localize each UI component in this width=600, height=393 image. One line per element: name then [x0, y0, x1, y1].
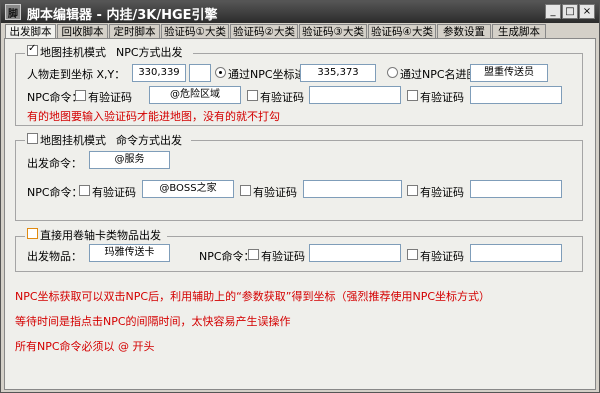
- verify-checkbox-2a[interactable]: [79, 185, 90, 196]
- minimize-button[interactable]: _: [545, 4, 561, 19]
- map-mode-checkbox-1[interactable]: [27, 43, 38, 56]
- close-button[interactable]: ×: [579, 4, 595, 19]
- npc-cmd-input-3[interactable]: [470, 86, 562, 104]
- scroll-label: 直接用卷轴卡类物品出发: [40, 229, 161, 242]
- scroll-checkbox[interactable]: [27, 228, 38, 239]
- depart-cmd-label: 出发命令：: [27, 157, 82, 170]
- item-label: 出发物品：: [27, 250, 82, 263]
- depart-cmd-input[interactable]: @服务: [89, 151, 170, 169]
- verify-checkbox-2b[interactable]: [240, 185, 251, 196]
- tab-depart-script[interactable]: 出发脚本: [5, 24, 56, 39]
- window-title: 脚本编辑器 - 内挂/3K/HGE引擎: [27, 8, 218, 23]
- npc-coord-input[interactable]: 335,373: [300, 64, 376, 82]
- verify-checkbox-3b[interactable]: [407, 249, 418, 260]
- tab-captcha-1[interactable]: 验证码①大类: [161, 24, 229, 39]
- npc-cmd-input-5[interactable]: [303, 180, 402, 198]
- verify-checkbox-2c[interactable]: [407, 185, 418, 196]
- verify-label-3a: 有验证码: [261, 250, 305, 263]
- tab-panel: 地图挂机模式 NPC方式出发 人物走到坐标 X,Y： 330,339 通过NPC…: [4, 38, 596, 390]
- verify-checkbox-1c[interactable]: [407, 90, 418, 101]
- verify-label-3b: 有验证码: [420, 250, 464, 263]
- npc-cmd-input-8[interactable]: [470, 244, 562, 262]
- npc-cmd-input-4[interactable]: @BOSS之家: [142, 180, 234, 198]
- captcha-note: 有的地图要输入验证码才能进地图，没有的就不打勾: [27, 110, 280, 123]
- radio-npc-coord[interactable]: [215, 67, 226, 78]
- map-mode-checkbox-2[interactable]: [27, 133, 38, 144]
- coord-input-extra[interactable]: [189, 64, 211, 82]
- tab-generate-script[interactable]: 生成脚本: [492, 24, 546, 39]
- tab-captcha-3[interactable]: 验证码③大类: [299, 24, 367, 39]
- coord-input[interactable]: 330,339: [132, 64, 186, 82]
- tab-captcha-4[interactable]: 验证码④大类: [368, 24, 436, 39]
- npc-cmd-label-3: NPC命令：: [199, 250, 255, 263]
- tab-captcha-2[interactable]: 验证码②大类: [230, 24, 298, 39]
- map-mode-label-1: 地图挂机模式: [40, 46, 106, 59]
- radio-npc-name[interactable]: [387, 67, 398, 78]
- npc-cmd-input-1[interactable]: @危险区域: [149, 86, 241, 104]
- verify-checkbox-1a[interactable]: [75, 90, 86, 101]
- npc-mode-label: NPC方式出发: [116, 46, 183, 59]
- note-command-prefix: 所有NPC命令必须以 @ 开头: [15, 340, 155, 353]
- note-wait-time: 等待时间是指点击NPC的间隔时间，太快容易产生误操作: [15, 315, 291, 328]
- script-editor-window: 脚 脚本编辑器 - 内挂/3K/HGE引擎 _ □ × 出发脚本 回收脚本 定时…: [0, 0, 600, 393]
- verify-label-2c: 有验证码: [420, 186, 464, 199]
- verify-label-2a: 有验证码: [92, 186, 136, 199]
- verify-label-1c: 有验证码: [420, 91, 464, 104]
- verify-label-2b: 有验证码: [253, 186, 297, 199]
- verify-label-1a: 有验证码: [88, 91, 132, 104]
- npc-cmd-label-2: NPC命令：: [27, 186, 83, 199]
- title-bar[interactable]: 脚 脚本编辑器 - 内挂/3K/HGE引擎 _ □ ×: [1, 1, 599, 23]
- tab-recycle-script[interactable]: 回收脚本: [57, 24, 108, 39]
- npc-cmd-input-7[interactable]: [309, 244, 401, 262]
- restore-button[interactable]: □: [562, 4, 578, 19]
- note-coord-tip: NPC坐标获取可以双击NPC后，利用辅助上的“参数获取”得到坐标（强烈推荐使用N…: [15, 290, 491, 303]
- tab-timed-script[interactable]: 定时脚本: [109, 24, 160, 39]
- coord-label: 人物走到坐标 X,Y：: [27, 68, 126, 81]
- verify-checkbox-1b[interactable]: [247, 90, 258, 101]
- item-input[interactable]: 玛雅传送卡: [89, 244, 170, 262]
- npc-cmd-input-6[interactable]: [470, 180, 562, 198]
- tab-parameter-settings[interactable]: 参数设置: [437, 24, 491, 39]
- npc-name-input[interactable]: 盟重传送员: [470, 64, 548, 82]
- verify-label-1b: 有验证码: [260, 91, 304, 104]
- npc-cmd-input-2[interactable]: [309, 86, 401, 104]
- map-mode-label-2: 地图挂机模式: [40, 134, 106, 147]
- cmd-mode-label: 命令方式出发: [116, 134, 182, 147]
- verify-checkbox-3a[interactable]: [248, 249, 259, 260]
- app-icon: 脚: [5, 4, 21, 20]
